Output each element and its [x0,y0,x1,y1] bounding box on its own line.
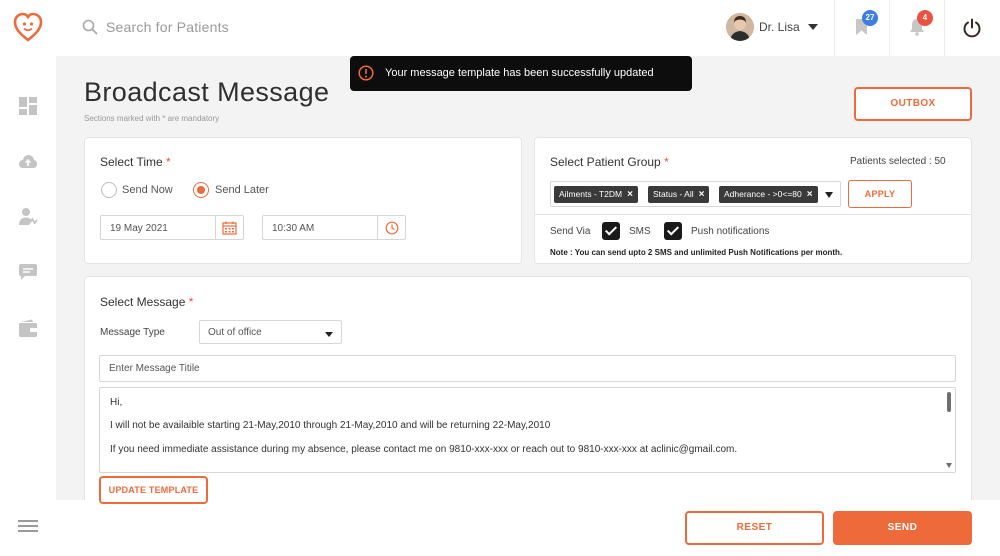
message-type-select[interactable]: Out of office [199,320,342,344]
toast-message: Your message template has been successfu… [385,67,654,79]
outbox-button[interactable]: OUTBOX [854,87,972,121]
push-label[interactable]: Push notifications [691,226,769,237]
remove-tag-icon[interactable]: × [807,189,813,200]
page-title: Broadcast Message [84,77,330,107]
divider [944,0,945,56]
scrollbar[interactable] [947,392,951,412]
send-now-radio[interactable] [101,182,117,198]
tag-adherance: Adherance - >0<=80 × [719,186,818,203]
send-later-label[interactable]: Send Later [215,184,269,196]
dashboard-icon[interactable] [18,96,38,116]
patient-group-select[interactable]: Ailments - T2DM × Status - All × Adherance… [550,181,841,207]
divider [834,0,835,56]
tag-ailments: Ailments - T2DM × [554,186,638,203]
message-type-value: Out of office [208,327,262,338]
upload-icon[interactable] [18,152,38,172]
calendar-icon [222,221,237,235]
tag-status: Status - All × [648,186,710,203]
send-later-radio[interactable] [193,182,209,198]
page-subtitle: Sections marked with * are mandatory [84,114,220,123]
calendar-button[interactable] [215,216,243,239]
search-input[interactable]: Search for Patients [106,19,229,35]
message-type-label: Message Type [100,327,165,338]
clock-icon [385,221,399,235]
user-name[interactable]: Dr. Lisa [759,20,800,34]
clock-button[interactable] [377,216,405,239]
avatar[interactable] [726,13,754,41]
divider [535,214,971,215]
success-toast: Your message template has been successfu… [350,56,692,91]
sms-checkbox[interactable] [602,222,620,240]
wallet-icon[interactable] [18,318,38,338]
reset-button[interactable]: RESET [685,511,824,545]
chat-icon[interactable] [18,262,38,282]
patients-icon[interactable] [18,207,38,227]
sidebar [0,56,56,556]
scroll-down-icon[interactable] [946,463,952,468]
select-time-title: Select Time * [100,155,171,169]
remove-tag-icon[interactable]: × [699,189,705,200]
apply-button[interactable]: APPLY [848,180,912,208]
chevron-down-icon[interactable] [808,24,818,30]
message-line: If you need immediate assistance during … [110,444,738,455]
patients-selected-count: Patients selected : 50 [850,156,946,167]
message-body-textarea[interactable]: Hi, I will not be availaible starting 21… [99,387,956,473]
sms-limit-note: Note : You can send upto 2 SMS and unlim… [550,248,843,257]
send-via-label: Send Via [550,226,591,237]
menu-icon[interactable] [18,520,38,534]
message-line: I will not be availaible starting 21-May… [110,420,551,431]
send-now-label[interactable]: Send Now [122,184,173,196]
search-icon [82,19,98,35]
notification-count-badge: 4 [917,10,933,26]
chevron-down-icon[interactable] [325,332,333,337]
select-time-card: Select Time * Send Now Send Later 19 May… [84,137,522,264]
sms-label[interactable]: SMS [629,226,651,237]
patient-group-title: Select Patient Group * [550,155,669,169]
time-field[interactable]: 10:30 AM [262,215,406,240]
update-template-button[interactable]: UPDATE TEMPLATE [99,476,208,504]
message-line: Hi, [110,397,123,408]
push-checkbox[interactable] [664,222,682,240]
top-bar: Search for Patients Dr. Lisa 27 4 [0,0,1000,56]
heart-logo-icon[interactable] [13,11,43,43]
power-icon[interactable] [962,18,982,38]
time-value: 10:30 AM [272,223,315,234]
alert-icon [358,65,374,81]
bookmark-count-badge: 27 [862,10,878,26]
select-message-title: Select Message * [100,295,194,309]
send-button[interactable]: SEND [833,511,972,545]
message-title-input[interactable]: Enter Message Titile [99,355,956,382]
date-field[interactable]: 19 May 2021 [100,215,244,240]
chevron-down-icon[interactable] [825,192,833,198]
remove-tag-icon[interactable]: × [627,189,633,200]
date-value: 19 May 2021 [110,223,168,234]
divider [889,0,890,56]
